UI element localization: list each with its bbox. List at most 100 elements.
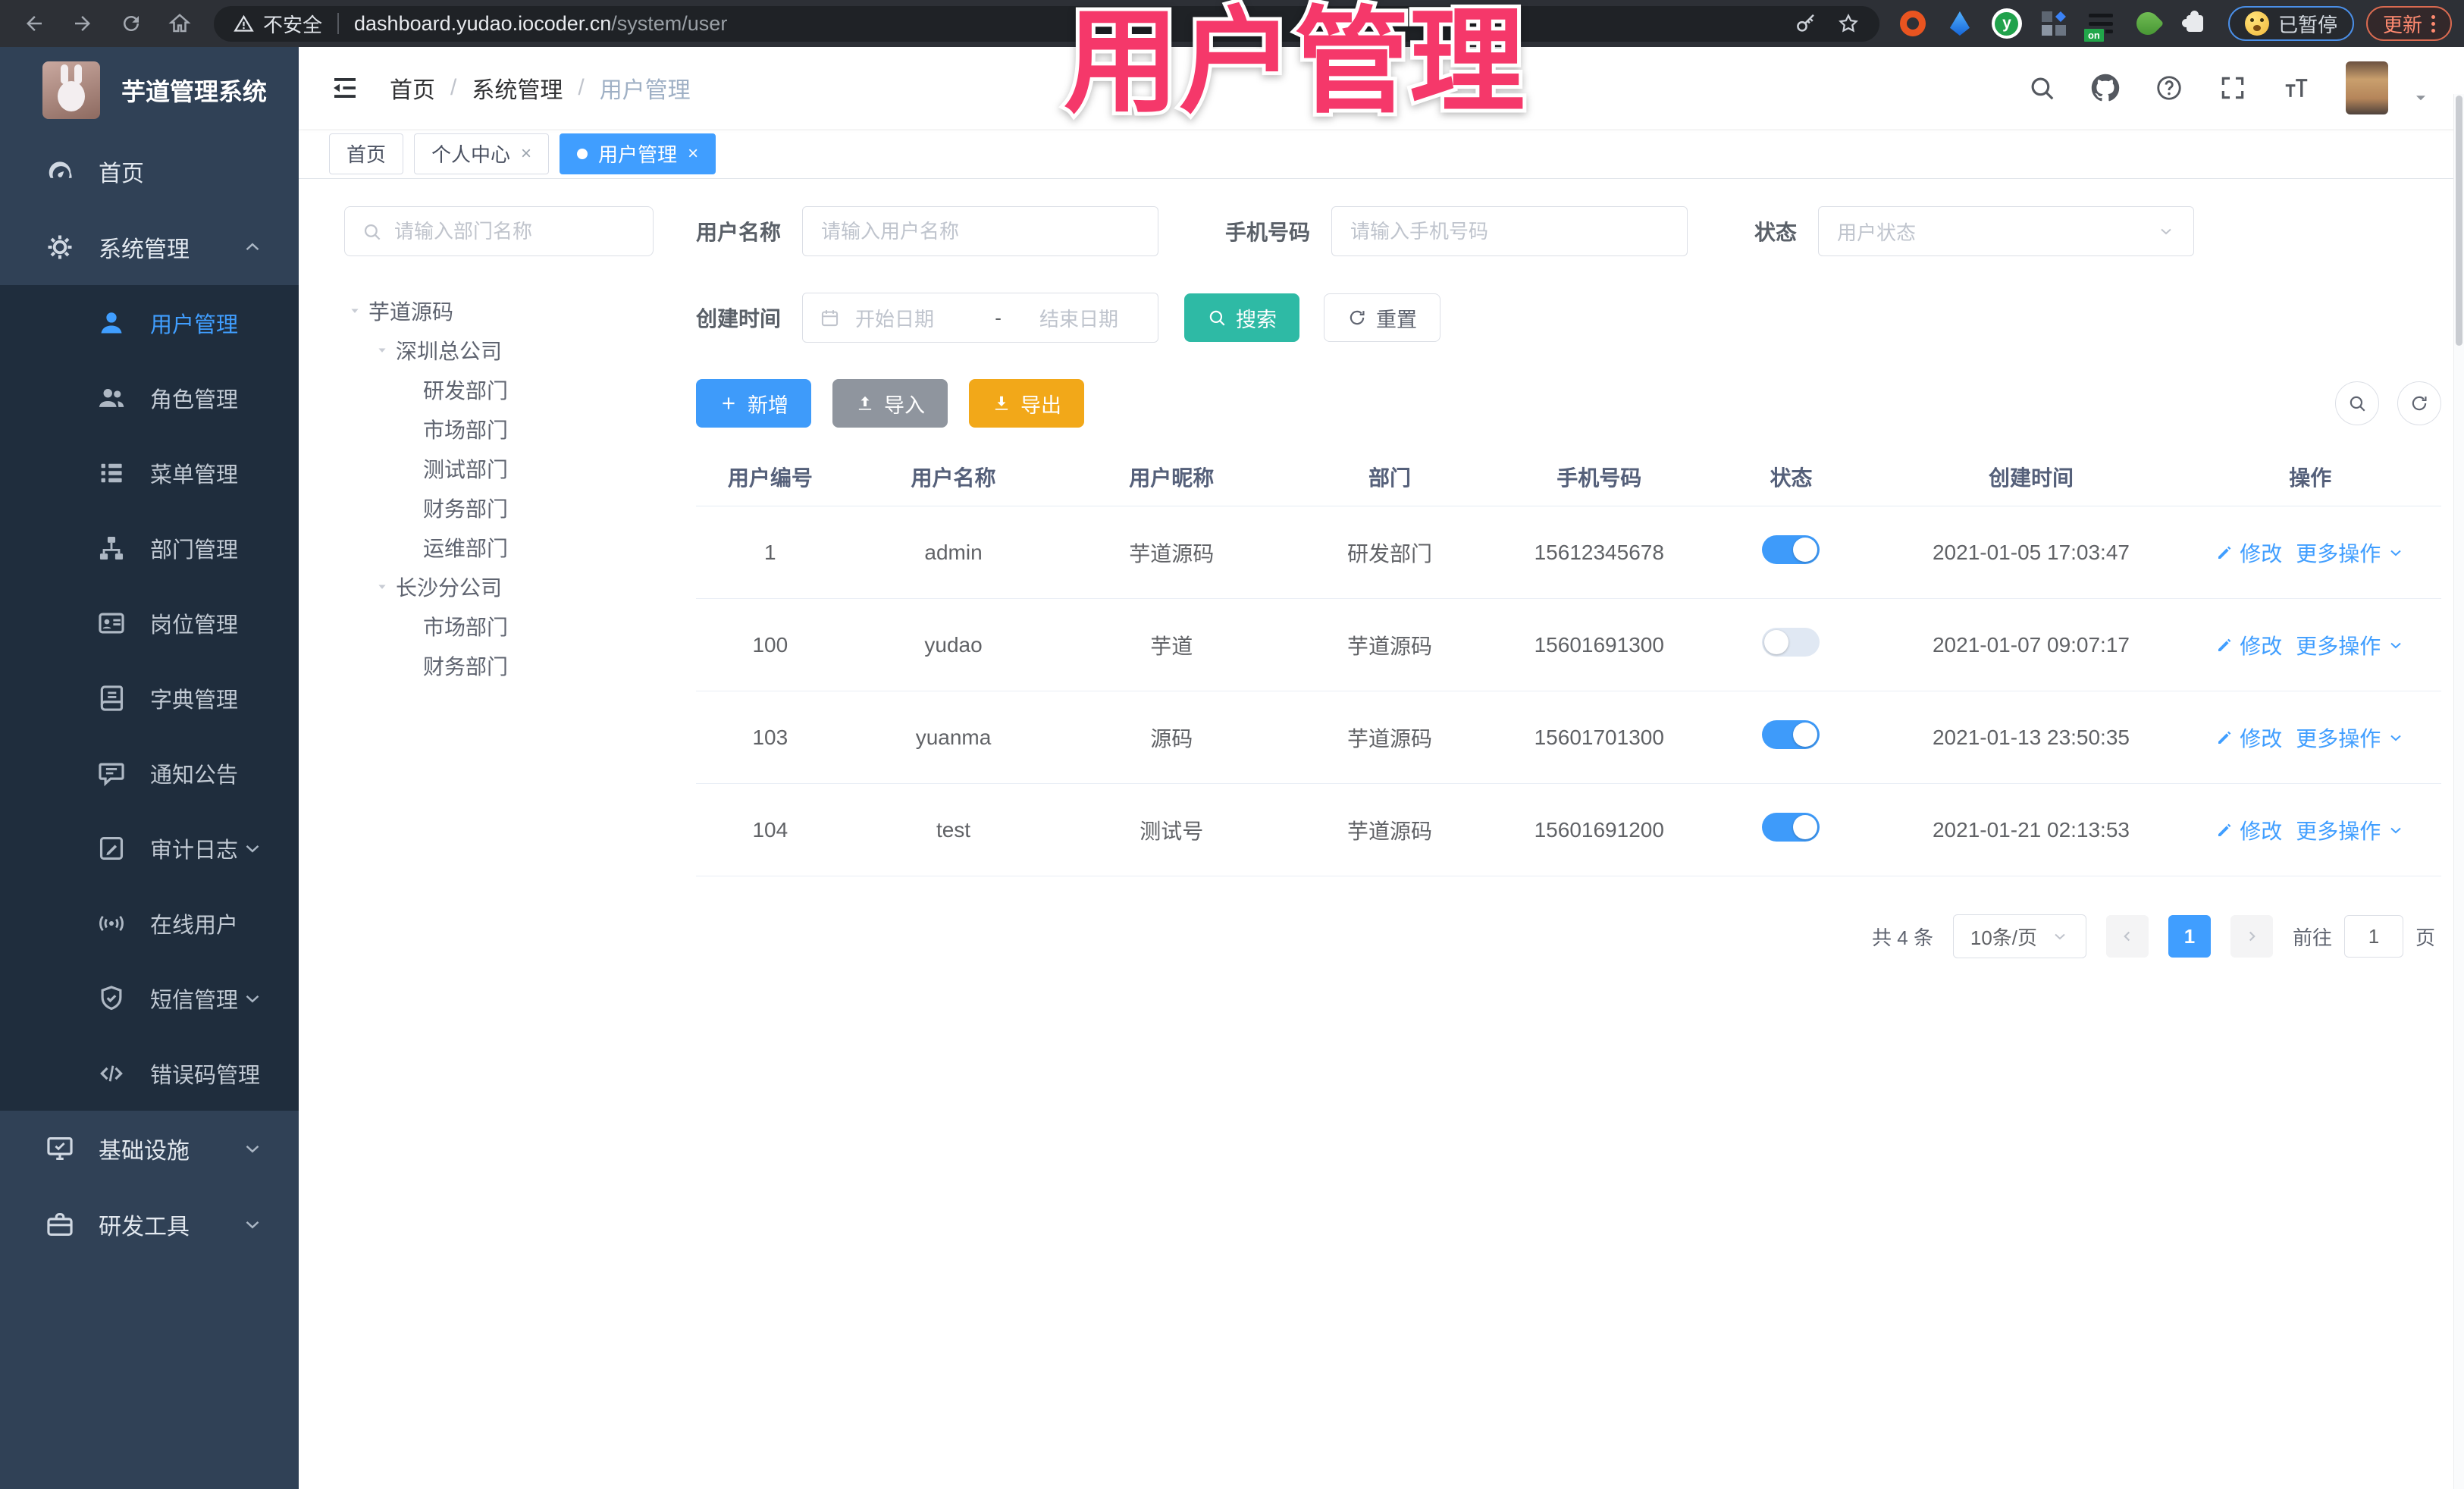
extension-sprout-icon[interactable] — [2127, 2, 2169, 45]
mobile-filter-input[interactable] — [1331, 206, 1688, 256]
status-toggle[interactable] — [1762, 628, 1820, 657]
reset-button[interactable]: 重置 — [1324, 293, 1441, 342]
tab-close-icon[interactable]: × — [688, 143, 698, 165]
address-bar[interactable]: 不安全 dashboard.yudao.iocoder.cn/system/us… — [214, 5, 1879, 42]
prev-page-button[interactable] — [2105, 915, 2149, 958]
sidebar-item-基础设施[interactable]: 基础设施 — [0, 1111, 299, 1186]
security-label[interactable]: 不安全 — [263, 10, 322, 38]
tree-node-运维部门[interactable]: 运维部门 — [344, 528, 654, 567]
browser-back-icon[interactable] — [12, 5, 56, 42]
page-size-select[interactable]: 10条/页 — [1952, 914, 2086, 958]
import-button[interactable]: 导入 — [832, 379, 948, 428]
sidebar-item-label: 部门管理 — [150, 538, 239, 563]
scrollbar-thumb[interactable] — [2456, 96, 2462, 346]
sidebar-item-首页[interactable]: 首页 — [0, 133, 299, 209]
more-actions-link[interactable]: 更多操作 — [2296, 815, 2405, 845]
header-search-icon[interactable] — [2027, 74, 2056, 102]
tree-node-市场部门[interactable]: 市场部门 — [344, 409, 654, 449]
extension-yudao-icon[interactable]: y — [1986, 2, 2028, 45]
fullscreen-icon[interactable] — [2218, 74, 2247, 102]
toggle-search-button[interactable] — [2335, 381, 2379, 425]
browser-reload-icon[interactable] — [109, 5, 153, 42]
more-actions-link[interactable]: 更多操作 — [2296, 538, 2405, 568]
sidebar-item-在线用户[interactable]: 在线用户 — [0, 886, 299, 961]
menu-list-icon — [101, 463, 122, 482]
sidebar-item-岗位管理[interactable]: 岗位管理 — [0, 585, 299, 660]
tree-node-长沙分公司[interactable]: 长沙分公司 — [344, 567, 654, 607]
more-actions-link[interactable]: 更多操作 — [2296, 723, 2405, 753]
page-scrollbar[interactable] — [2453, 94, 2464, 1489]
add-button[interactable]: 新增 — [696, 379, 811, 428]
browser-update-button[interactable]: 更新 — [2365, 6, 2452, 41]
current-page-button[interactable]: 1 — [2168, 915, 2211, 958]
browser-forward-icon[interactable] — [61, 5, 105, 42]
extensions-puzzle-icon[interactable] — [2174, 2, 2216, 45]
avatar-caret-icon[interactable] — [2411, 88, 2431, 108]
edit-link[interactable]: 修改 — [2215, 815, 2282, 845]
tree-node-测试部门[interactable]: 测试部门 — [344, 449, 654, 488]
sidebar-item-短信管理[interactable]: 短信管理 — [0, 961, 299, 1036]
help-icon[interactable] — [2155, 74, 2183, 102]
breadcrumb-item[interactable]: 首页 — [390, 71, 435, 105]
goto-page-input[interactable] — [2343, 915, 2403, 958]
sidebar-item-通知公告[interactable]: 通知公告 — [0, 735, 299, 810]
cell-username: admin — [924, 540, 983, 564]
tab-close-icon[interactable]: × — [521, 143, 531, 165]
github-icon[interactable] — [2091, 74, 2120, 102]
tree-node-研发部门[interactable]: 研发部门 — [344, 370, 654, 409]
sidebar-item-系统管理[interactable]: 系统管理 — [0, 209, 299, 285]
sidebar-item-菜单管理[interactable]: 菜单管理 — [0, 435, 299, 510]
sidebar-item-字典管理[interactable]: 字典管理 — [0, 660, 299, 735]
tree-node-深圳总公司[interactable]: 深圳总公司 — [344, 331, 654, 370]
status-filter-select[interactable]: 用户状态 — [1818, 206, 2195, 256]
more-actions-link[interactable]: 更多操作 — [2296, 630, 2405, 660]
extension-drop-icon[interactable] — [1939, 2, 1981, 45]
tree-node-财务部门[interactable]: 财务部门 — [344, 488, 654, 528]
breadcrumb-item[interactable]: 系统管理 — [472, 71, 563, 105]
edit-link[interactable]: 修改 — [2215, 538, 2282, 568]
sidebar-item-研发工具[interactable]: 研发工具 — [0, 1186, 299, 1262]
edit-link[interactable]: 修改 — [2215, 630, 2282, 660]
tab-用户管理[interactable]: 用户管理 × — [560, 133, 716, 174]
refresh-table-button[interactable] — [2397, 381, 2441, 425]
sidebar-item-部门管理[interactable]: 部门管理 — [0, 510, 299, 585]
status-toggle[interactable] — [1762, 813, 1820, 842]
extension-ubuntu-icon[interactable] — [1892, 2, 1934, 45]
profile-paused-badge[interactable]: 已暂停 — [2227, 6, 2354, 41]
export-button[interactable]: 导出 — [969, 379, 1084, 428]
sidebar-item-错误码管理[interactable]: 错误码管理 — [0, 1036, 299, 1111]
tree-node-财务部门[interactable]: 财务部门 — [344, 646, 654, 685]
next-page-button[interactable] — [2230, 915, 2273, 958]
extension-tabs-icon[interactable] — [2033, 2, 2075, 45]
page-url[interactable]: dashboard.yudao.iocoder.cn/system/user — [354, 12, 727, 36]
sidebar-item-角色管理[interactable]: 角色管理 — [0, 360, 299, 435]
status-toggle[interactable] — [1762, 720, 1820, 749]
password-key-icon[interactable] — [1795, 12, 1817, 35]
browser-home-icon[interactable] — [158, 5, 202, 42]
bookmark-star-icon[interactable] — [1837, 12, 1860, 35]
edit-label: 修改 — [2240, 634, 2283, 658]
app-logo[interactable]: 芋道管理系统 — [0, 47, 299, 133]
table-row: 100 yudao 芋道 芋道源码 15601691300 2021-01-07 09:0… — [696, 599, 2441, 691]
user-avatar[interactable] — [2346, 61, 2388, 114]
extension-adblock-icon[interactable]: on — [2080, 2, 2122, 45]
tree-node-芋道源码[interactable]: 芋道源码 — [344, 291, 654, 331]
department-search-input[interactable] — [394, 219, 636, 243]
menu-fold-icon[interactable] — [329, 72, 361, 104]
edit-pencil-icon — [2218, 546, 2231, 559]
status-toggle[interactable] — [1762, 535, 1820, 564]
tab-个人中心[interactable]: 个人中心 × — [414, 133, 550, 174]
tree-node-市场部门[interactable]: 市场部门 — [344, 607, 654, 646]
tab-首页[interactable]: 首页 — [329, 133, 404, 174]
column-header-状态: 状态 — [1770, 466, 1813, 490]
chevron-down-icon — [246, 995, 259, 1002]
edit-link[interactable]: 修改 — [2215, 723, 2282, 753]
date-range-separator: - — [995, 306, 1002, 329]
date-range-picker[interactable]: 开始日期 - 结束日期 — [802, 293, 1159, 343]
search-button[interactable]: 搜索 — [1184, 293, 1300, 342]
username-filter-input[interactable] — [802, 206, 1159, 256]
sidebar-item-用户管理[interactable]: 用户管理 — [0, 285, 299, 360]
browser-menu-icon[interactable] — [2431, 14, 2435, 33]
font-size-icon[interactable] — [2282, 74, 2311, 102]
sidebar-item-审计日志[interactable]: 审计日志 — [0, 810, 299, 886]
